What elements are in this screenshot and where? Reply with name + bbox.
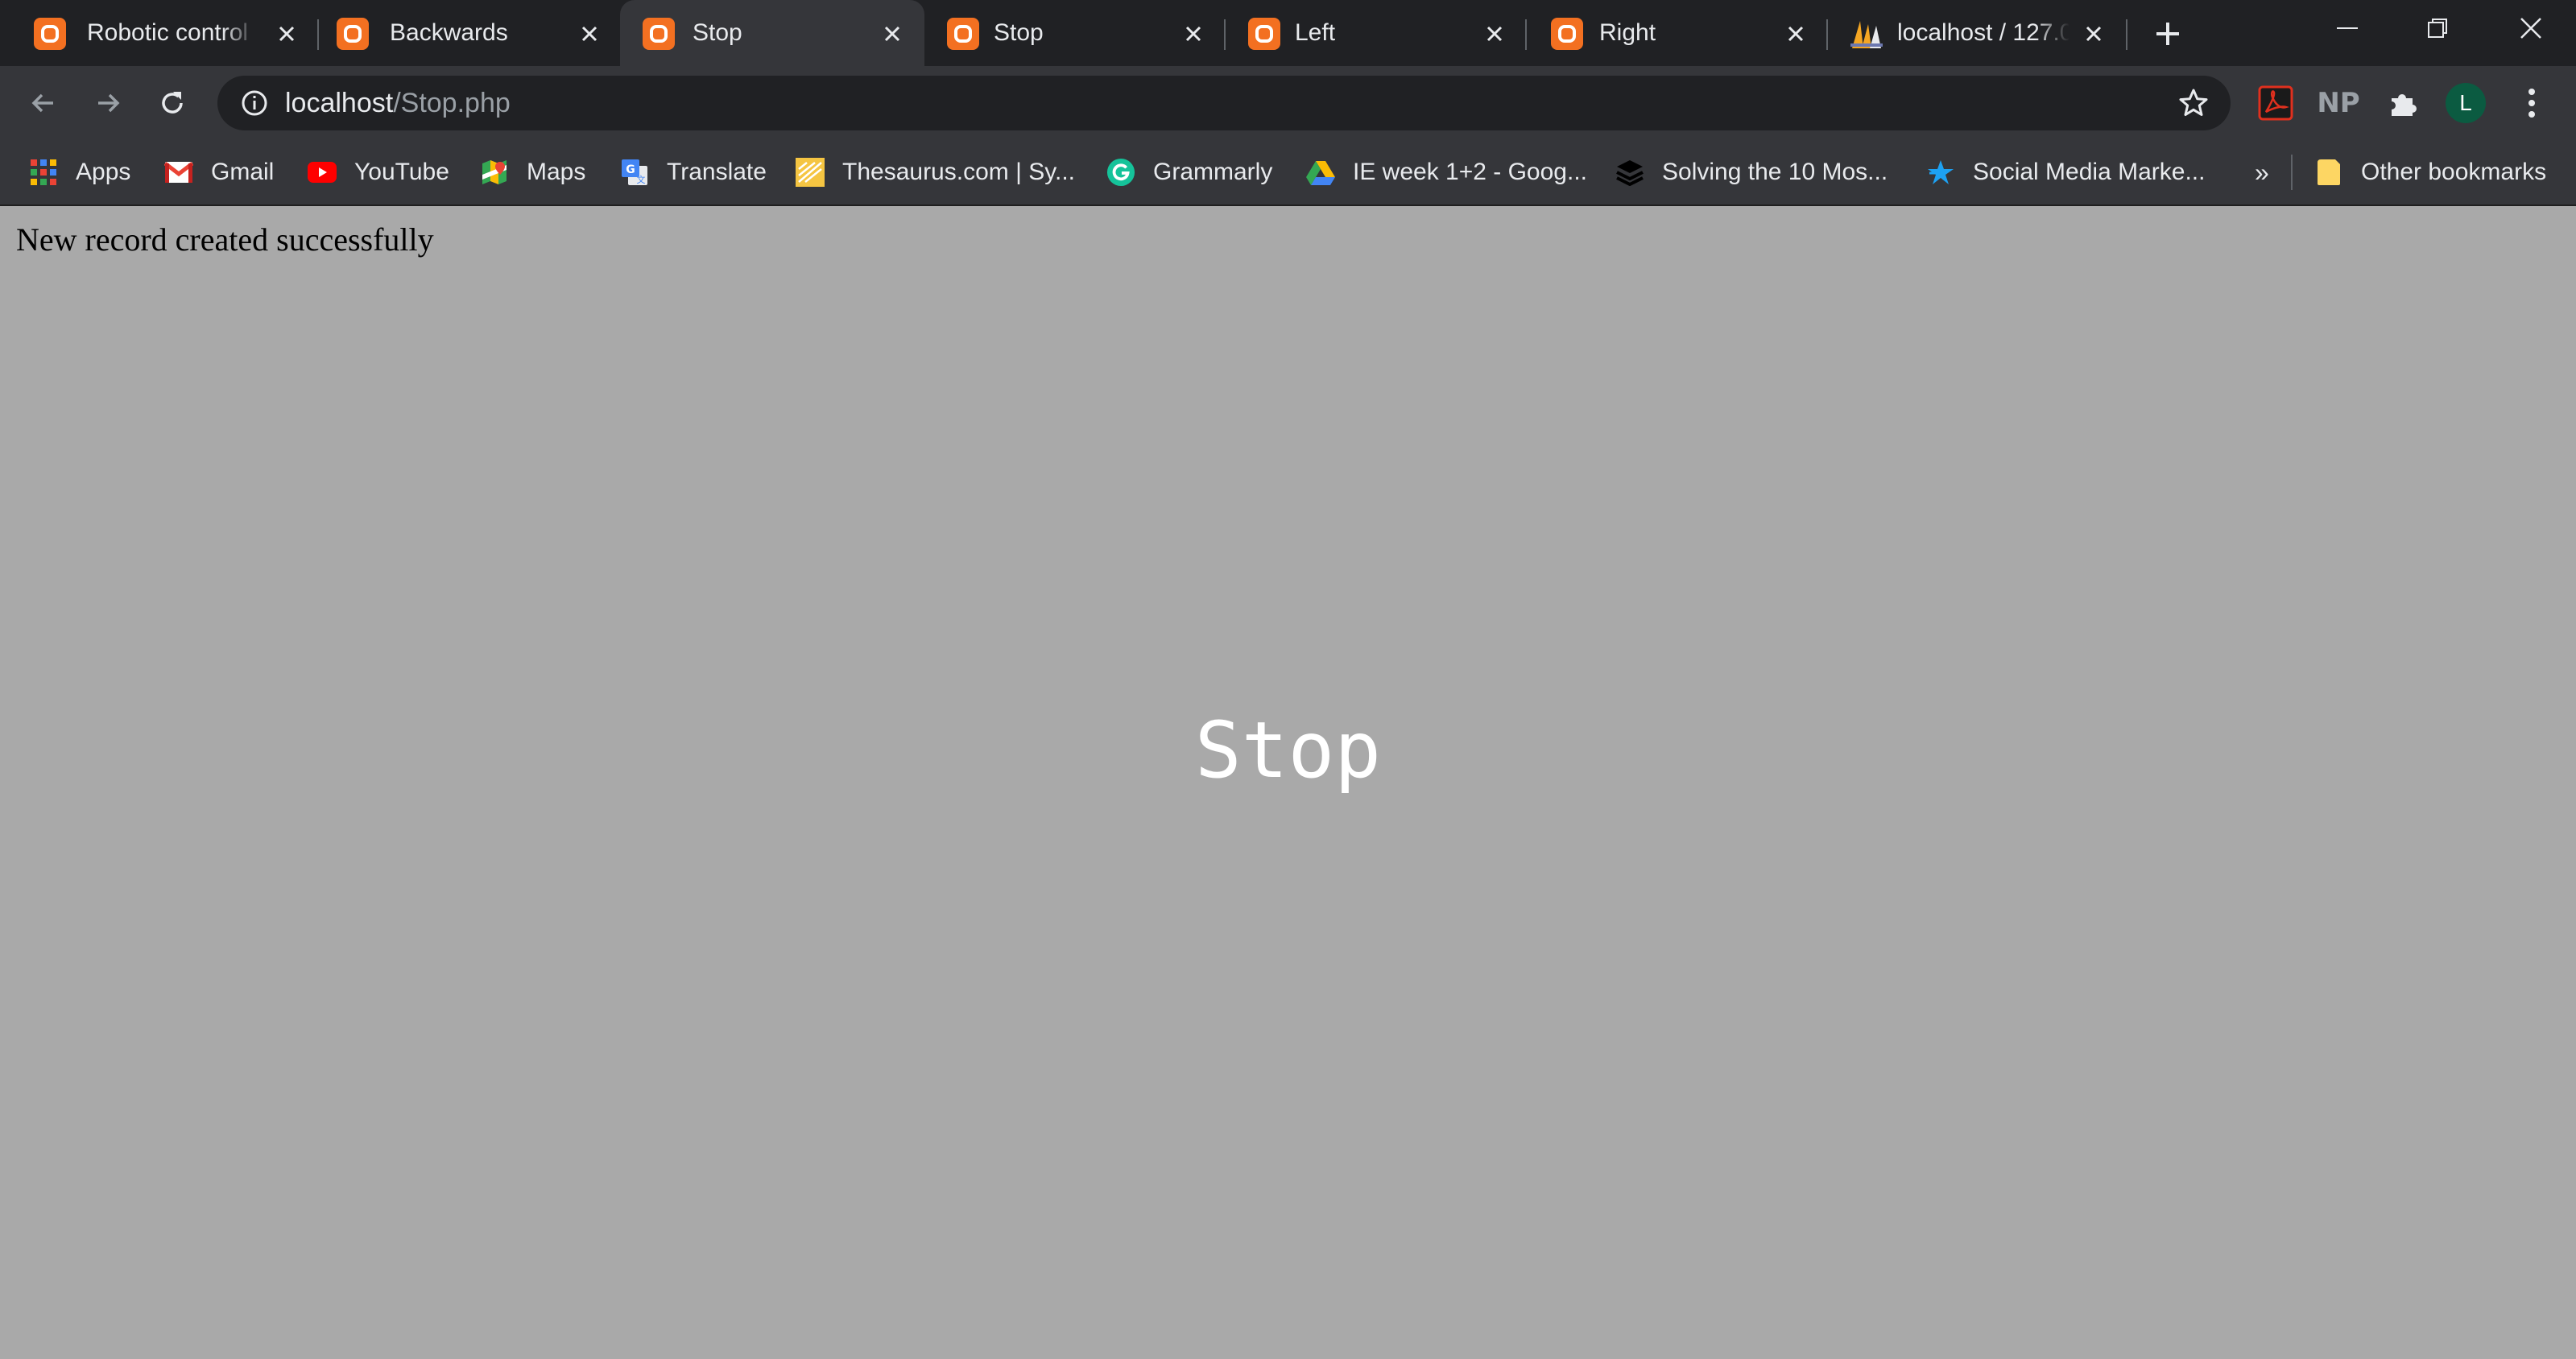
bookmark-label: Apps: [76, 159, 131, 185]
xampp-icon: [947, 18, 979, 50]
forward-button[interactable]: [87, 82, 129, 124]
close-tab-icon[interactable]: [271, 18, 303, 50]
tab-title: localhost / 127.0: [1897, 19, 2069, 46]
bookmark-other[interactable]: Other bookmarks: [2314, 140, 2546, 204]
tab-stop[interactable]: Stop: [912, 0, 1216, 66]
close-tab-icon[interactable]: [1780, 18, 1812, 50]
tab-title: Right: [1599, 19, 1656, 46]
acrobat-extension-icon[interactable]: [2255, 82, 2297, 124]
svg-text:文: 文: [637, 174, 646, 185]
tab-title: Stop: [693, 19, 742, 46]
restore-button[interactable]: [2393, 0, 2482, 56]
svg-text:G: G: [626, 163, 635, 176]
new-tab-button[interactable]: [2150, 16, 2185, 52]
xampp-icon: [1248, 18, 1280, 50]
tab-title: Robotic control: [87, 19, 249, 46]
overflow-chevron: »: [2255, 157, 2269, 187]
tab-title: Stop: [994, 19, 1044, 46]
google-drive-icon: [1306, 158, 1335, 187]
tab-robotic-control[interactable]: Robotic control: [0, 0, 304, 66]
np-extension-icon[interactable]: NP: [2317, 82, 2360, 124]
avatar: L: [2446, 83, 2486, 123]
bookmark-label: Thesaurus.com | Sy...: [842, 159, 1075, 185]
phpmyadmin-icon: [1849, 18, 1884, 50]
translate-icon: G 文: [620, 158, 649, 187]
bookmark-ie-week[interactable]: IE week 1+2 - Goog...: [1306, 140, 1587, 204]
tab-title: Left: [1295, 19, 1336, 46]
profile-avatar[interactable]: L: [2445, 82, 2487, 124]
np-extension-label: NP: [2317, 87, 2360, 119]
bookmark-label: Other bookmarks: [2361, 159, 2547, 185]
maps-icon: [480, 158, 509, 187]
bookmark-translate[interactable]: G 文 Translate: [620, 140, 767, 204]
close-tab-icon[interactable]: [1478, 18, 1511, 50]
youtube-icon: [308, 158, 337, 187]
star-bookmark-icon: [1926, 158, 1955, 187]
tab-strip: Robotic control Backwards Stop Stop Left: [0, 0, 2576, 66]
back-button[interactable]: [23, 82, 64, 124]
tab-backwards[interactable]: Backwards: [303, 0, 607, 66]
bookmark-label: Grammarly: [1153, 159, 1273, 185]
menu-kebab-icon[interactable]: [2511, 82, 2553, 124]
status-message: New record created successfully: [16, 221, 434, 258]
gmail-icon: [164, 158, 193, 187]
close-tab-icon[interactable]: [573, 18, 606, 50]
apps-grid-icon: [29, 158, 58, 187]
bookmark-maps[interactable]: Maps: [480, 140, 585, 204]
xampp-icon: [337, 18, 369, 50]
close-window-button[interactable]: [2487, 0, 2575, 56]
minimize-button[interactable]: [2303, 0, 2392, 56]
tab-stop-active[interactable]: Stop: [620, 0, 924, 66]
bookmark-grammarly[interactable]: Grammarly: [1106, 140, 1272, 204]
bookmark-youtube[interactable]: YouTube: [308, 140, 449, 204]
thesaurus-icon: [796, 158, 825, 187]
url-host: localhost: [285, 88, 394, 118]
bookmark-label: YouTube: [354, 159, 449, 185]
folder-icon: [2314, 158, 2343, 187]
xampp-icon: [34, 18, 66, 50]
bookmark-thesaurus[interactable]: Thesaurus.com | Sy...: [796, 140, 1075, 204]
close-tab-icon[interactable]: [876, 18, 908, 50]
page-content: New record created successfully Stop: [0, 206, 2576, 1359]
bookmarks-bar: Apps Gmail YouTube Maps G 文 Translate Th…: [0, 140, 2576, 206]
tab-right[interactable]: Right: [1515, 0, 1820, 66]
command-label: Stop: [1194, 705, 1382, 795]
site-info-icon[interactable]: [240, 89, 269, 118]
bookmark-gmail[interactable]: Gmail: [164, 140, 274, 204]
bookmark-label: Translate: [667, 159, 767, 185]
bookmark-label: Social Media Marke...: [1973, 159, 2206, 185]
url-text: localhost/Stop.php: [285, 76, 511, 130]
bookmark-label: IE week 1+2 - Goog...: [1353, 159, 1587, 185]
close-tab-icon[interactable]: [1177, 18, 1209, 50]
url-path: /Stop.php: [393, 88, 511, 118]
tab-left[interactable]: Left: [1214, 0, 1519, 66]
reload-button[interactable]: [151, 82, 193, 124]
bookmark-label: Maps: [527, 159, 586, 185]
tab-title: Backwards: [390, 19, 508, 46]
xampp-icon: [1551, 18, 1583, 50]
bookmark-star-icon[interactable]: [2177, 87, 2210, 119]
close-tab-icon[interactable]: [2078, 18, 2110, 50]
bookmark-label: Gmail: [211, 159, 275, 185]
browser-toolbar: localhost/Stop.php NP L: [0, 66, 2576, 140]
buffer-icon: [1615, 158, 1644, 187]
xampp-icon: [643, 18, 675, 50]
grammarly-icon: [1106, 158, 1135, 187]
address-bar[interactable]: localhost/Stop.php: [217, 76, 2231, 130]
bookmark-label: Solving the 10 Mos...: [1662, 159, 1888, 185]
tab-phpmyadmin[interactable]: localhost / 127.0: [1817, 0, 2121, 66]
bookmark-solving[interactable]: Solving the 10 Mos...: [1615, 140, 1888, 204]
bookmark-social-media[interactable]: Social Media Marke...: [1926, 140, 2205, 204]
extensions-puzzle-icon[interactable]: [2382, 82, 2424, 124]
bookmarks-overflow-button[interactable]: »: [2255, 140, 2269, 204]
bookmark-apps[interactable]: Apps: [29, 140, 130, 204]
